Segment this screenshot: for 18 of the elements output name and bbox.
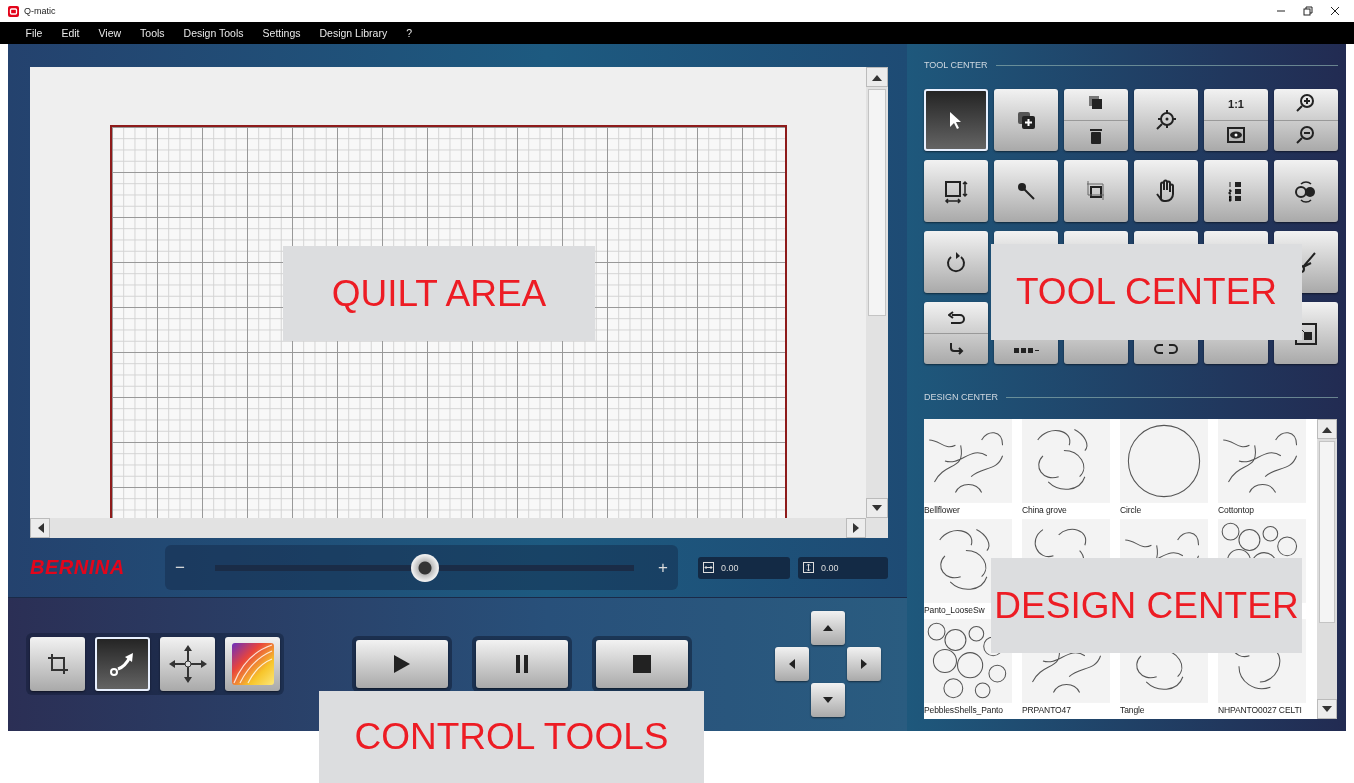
design-name: China grove — [1022, 505, 1068, 515]
design-name: NHPANTO0027 CELTI — [1218, 705, 1303, 715]
section-title: TOOL CENTER — [924, 60, 988, 70]
section-title: DESIGN CENTER — [924, 392, 998, 402]
brand-logo: BERNINA — [30, 556, 126, 579]
design-name: Circle — [1120, 505, 1143, 515]
design-name: Tangle — [1120, 705, 1146, 715]
design-name: Panto_LooseSw — [924, 605, 986, 615]
callout-tooltip: QUILT AREA — [283, 246, 595, 341]
window-title: Q-matic — [24, 6, 56, 16]
design-name: PebblesShells_Panto — [924, 705, 1004, 715]
design-name: PRPANTO47 — [1022, 705, 1072, 715]
callout-tooltip: TOOL CENTER — [991, 244, 1302, 340]
callout-tooltip: CONTROL TOOLS — [319, 691, 704, 783]
design-name: Bellflower — [924, 505, 961, 515]
design-name: Cottontop — [1218, 505, 1255, 515]
actual-size-label: 1:1 — [1228, 98, 1244, 111]
callout-tooltip: DESIGN CENTER — [991, 558, 1302, 653]
